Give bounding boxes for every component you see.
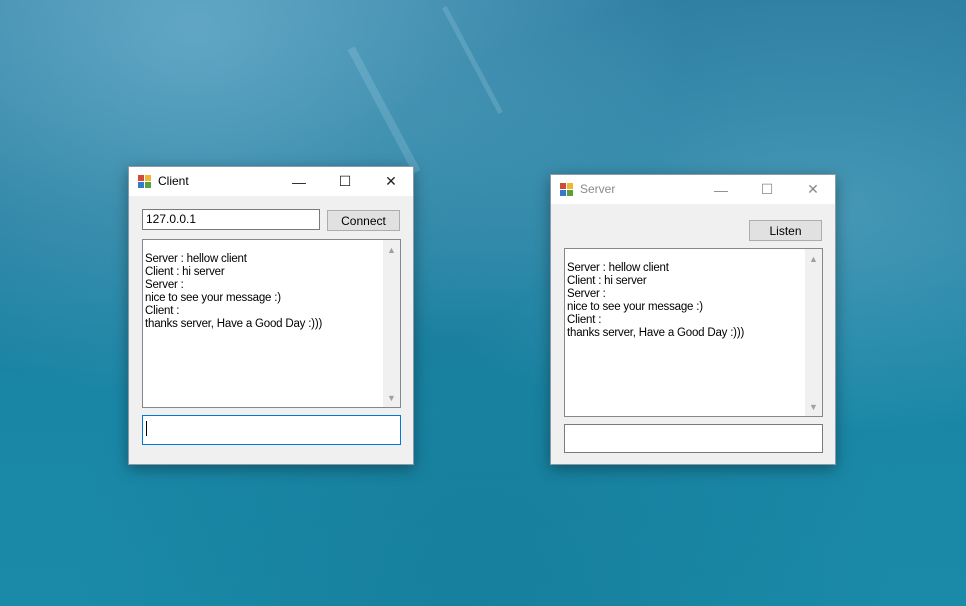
scroll-down-icon[interactable]: ▼ [383,389,400,406]
log-line: nice to see your message :) [567,301,703,313]
app-icon [138,175,152,188]
close-button[interactable]: ✕ [790,175,836,204]
vertical-scrollbar[interactable]: ▲ ▼ [383,240,400,407]
log-line: Client : hi server [567,275,647,287]
log-line: Client : hi server [145,266,225,278]
server-window: Server — ☐ ✕ Listen Server : hellow clie… [550,174,836,465]
log-line: Client : [567,314,602,326]
listen-button-label: Listen [769,223,802,238]
client-titlebar[interactable]: Client — ☐ ✕ [129,167,413,196]
log-line: Client : [145,305,180,317]
window-title: Server [580,182,616,196]
message-input[interactable] [564,424,823,453]
minimize-icon: — [714,181,728,198]
log-line: thanks server, Have a Good Day :))) [567,327,745,339]
close-icon: ✕ [807,181,819,197]
scroll-up-icon[interactable]: ▲ [383,241,400,258]
ip-address-input[interactable]: 127.0.0.1 [142,209,320,230]
connect-button[interactable]: Connect [327,210,400,231]
log-line: Server : hellow client [145,253,247,265]
light-ray [347,46,421,174]
light-ray [442,5,503,115]
log-line: Server : hellow client [567,262,669,274]
chat-log[interactable]: Server : hellow client Client : hi serve… [142,239,401,408]
log-line: Server : [145,279,184,291]
vertical-scrollbar[interactable]: ▲ ▼ [805,249,822,416]
listen-button[interactable]: Listen [749,220,822,241]
maximize-button[interactable]: ☐ [322,167,368,196]
chat-log[interactable]: Server : hellow client Client : hi serve… [564,248,823,417]
maximize-icon: ☐ [338,173,352,189]
close-icon: ✕ [385,173,397,189]
connect-button-label: Connect [341,213,386,228]
maximize-icon: ☐ [760,181,774,197]
client-window: Client — ☐ ✕ 127.0.0.1 Connect Server : … [128,166,414,465]
close-button[interactable]: ✕ [368,167,414,196]
minimize-icon: — [292,173,306,190]
minimize-button[interactable]: — [698,175,744,204]
log-line: Server : [567,288,606,300]
text-caret [146,421,147,436]
minimize-button[interactable]: — [276,167,322,196]
scroll-up-icon[interactable]: ▲ [805,250,822,267]
chat-log-lines: Server : hellow client Client : hi serve… [145,253,382,331]
server-titlebar[interactable]: Server — ☐ ✕ [551,175,835,204]
app-icon [560,183,574,196]
log-line: nice to see your message :) [145,292,281,304]
maximize-button[interactable]: ☐ [744,175,790,204]
scroll-down-icon[interactable]: ▼ [805,398,822,415]
window-title: Client [158,174,189,188]
log-line: thanks server, Have a Good Day :))) [145,318,323,330]
chat-log-lines: Server : hellow client Client : hi serve… [567,262,804,340]
message-input[interactable] [142,415,401,445]
